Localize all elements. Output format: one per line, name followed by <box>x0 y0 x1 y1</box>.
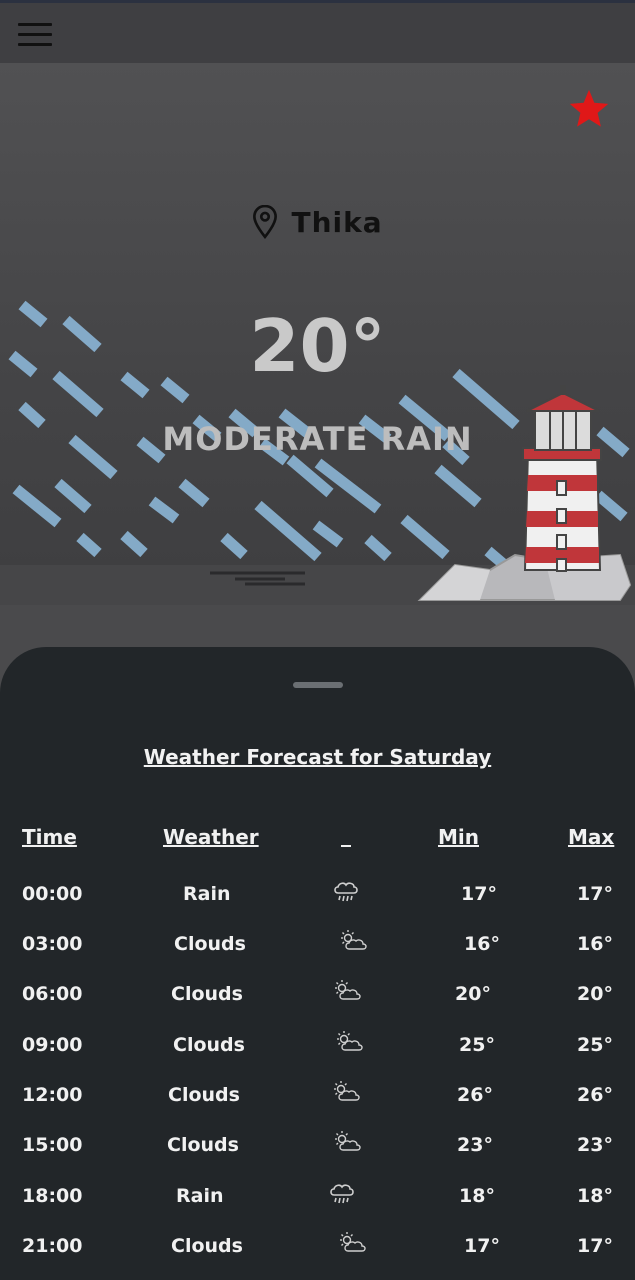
city-name: Thika <box>291 205 383 239</box>
ground-ripples <box>210 571 305 586</box>
forecast-weather: Rain <box>183 883 231 905</box>
hamburger-menu-icon[interactable] <box>18 23 52 51</box>
forecast-time: 09:00 <box>22 1034 83 1056</box>
column-header-max: Max <box>568 825 615 849</box>
map-pin-icon <box>253 205 278 239</box>
forecast-max: 17° <box>577 1235 613 1257</box>
forecast-max: 16° <box>577 933 613 955</box>
forecast-sheet: Weather Forecast for Saturday Time Weath… <box>0 647 635 1280</box>
forecast-min: 26° <box>457 1084 493 1106</box>
forecast-weather: Clouds <box>167 1134 239 1156</box>
forecast-time: 00:00 <box>22 883 83 905</box>
column-header-weather: Weather <box>163 825 259 849</box>
forecast-max: 18° <box>577 1185 613 1207</box>
forecast-weather: Clouds <box>171 983 243 1005</box>
sun-cloud-icon <box>332 1080 362 1106</box>
forecast-weather: Clouds <box>168 1084 240 1106</box>
weather-hero: Thika 20° MODERATE RAIN <box>0 63 635 605</box>
forecast-weather: Clouds <box>173 1034 245 1056</box>
forecast-weather: Clouds <box>174 933 246 955</box>
forecast-min: 25° <box>459 1034 495 1056</box>
forecast-weather: Clouds <box>171 1235 243 1257</box>
forecast-min: 23° <box>457 1134 493 1156</box>
sun-cloud-icon <box>338 1231 368 1257</box>
sun-cloud-icon <box>333 1130 363 1156</box>
column-header-time: Time <box>22 825 77 849</box>
forecast-time: 15:00 <box>22 1134 83 1156</box>
location-label: Thika <box>0 205 635 239</box>
forecast-time: 12:00 <box>22 1084 83 1106</box>
sun-cloud-icon <box>339 929 369 955</box>
rain-cloud-icon <box>327 1181 357 1207</box>
forecast-min: 18° <box>459 1185 495 1207</box>
forecast-min: 16° <box>464 933 500 955</box>
forecast-weather: Rain <box>176 1185 224 1207</box>
forecast-max: 20° <box>577 983 613 1005</box>
sheet-drag-handle[interactable] <box>293 682 343 688</box>
forecast-max: 23° <box>577 1134 613 1156</box>
weather-description: MODERATE RAIN <box>162 420 473 458</box>
forecast-time: 18:00 <box>22 1185 83 1207</box>
forecast-max: 25° <box>577 1034 613 1056</box>
forecast-title: Weather Forecast for Saturday <box>143 745 492 769</box>
forecast-max: 17° <box>577 883 613 905</box>
rain-cloud-icon <box>331 879 361 905</box>
top-app-bar <box>0 0 635 63</box>
forecast-time: 06:00 <box>22 983 83 1005</box>
forecast-max: 26° <box>577 1084 613 1106</box>
favorite-star-icon[interactable] <box>567 87 611 131</box>
column-header-min: Min <box>438 825 479 849</box>
forecast-min: 17° <box>461 883 497 905</box>
forecast-time: 03:00 <box>22 933 83 955</box>
forecast-min: 17° <box>464 1235 500 1257</box>
sun-cloud-icon <box>335 1030 365 1056</box>
column-header-icon: _ <box>341 825 351 849</box>
current-temperature: 20° <box>249 304 386 388</box>
forecast-min: 20° <box>455 983 491 1005</box>
forecast-time: 21:00 <box>22 1235 83 1257</box>
sun-cloud-icon <box>333 979 363 1005</box>
